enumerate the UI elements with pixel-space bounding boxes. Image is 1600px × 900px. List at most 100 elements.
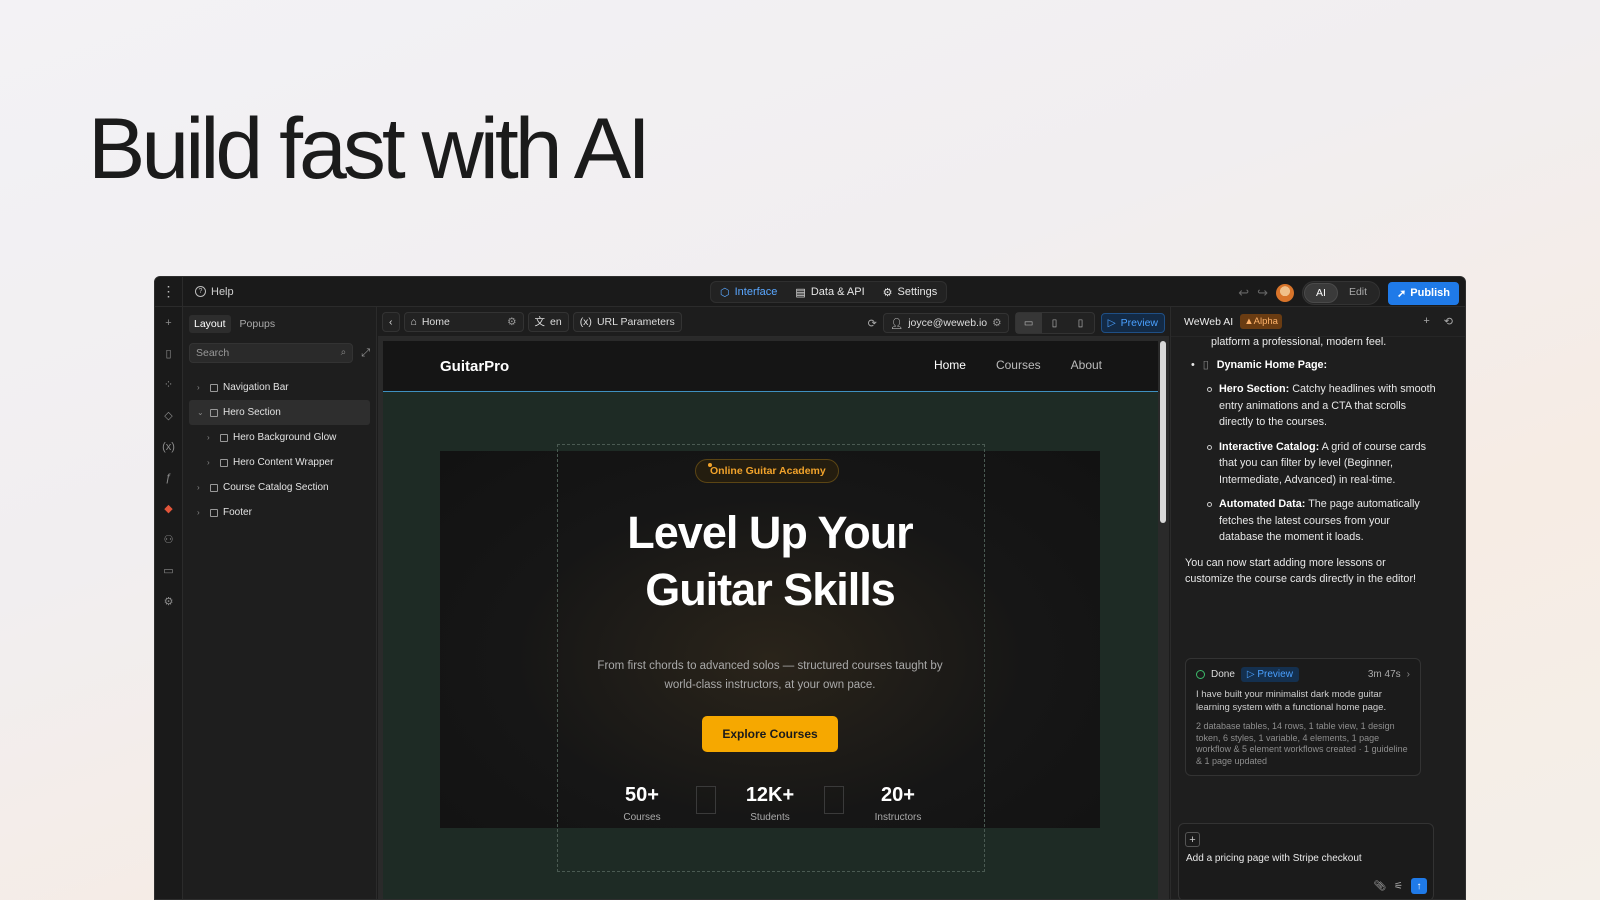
- hero-title[interactable]: Level Up Your Guitar Skills: [440, 504, 1100, 618]
- stat-divider: [824, 786, 844, 814]
- refresh-icon[interactable]: ⟳: [868, 317, 877, 330]
- undo-icon[interactable]: ↩: [1238, 285, 1249, 301]
- new-chat-icon[interactable]: +: [1423, 315, 1429, 328]
- canvas: GuitarPro Home Courses About Online Guit…: [378, 337, 1169, 899]
- mode-switch: AI Edit: [1302, 281, 1381, 305]
- tab-interface[interactable]: ⬡ Interface: [712, 283, 785, 301]
- chevron-right-icon[interactable]: ›: [1407, 669, 1410, 680]
- container-icon: [210, 508, 218, 517]
- canvas-toolbar: ‹ ⌂ Home ⚙ 文 en (x) URL Parameters ⟳ 👤︎ joyce…: [378, 307, 1169, 337]
- layers-panel: Layout Popups Search ⌕ ⤢ › Navigation Bar …: [183, 307, 377, 899]
- hero-stats: 50+ Courses 12K+ Students 20+ Instructors: [440, 784, 1100, 825]
- bullet-icon: [1207, 387, 1212, 392]
- history-icon[interactable]: ⟲: [1444, 315, 1453, 328]
- layer-course-catalog-section[interactable]: › Course Catalog Section: [189, 475, 370, 500]
- site-nav-about[interactable]: About: [1071, 358, 1102, 372]
- home-icon: ⌂: [410, 315, 417, 328]
- layer-hero-background-glow[interactable]: › Hero Background Glow: [189, 425, 370, 450]
- file-icon: ▯: [1202, 358, 1209, 371]
- variables-icon[interactable]: (x): [155, 431, 182, 462]
- left-rail: + ▯ ⁘ ◇ (x) ƒ ◆ ⚇ ▭ ⚙: [155, 307, 183, 899]
- paperclip-icon[interactable]: 📎︎: [1373, 881, 1386, 892]
- search-icon: ⌕: [340, 347, 347, 358]
- top-bar: ⋮ ? Help ⬡ Interface ▤ Data & API ⚙ Setting…: [155, 277, 1465, 307]
- tablet-icon[interactable]: ▯: [1042, 313, 1068, 333]
- redo-icon[interactable]: ↪: [1257, 285, 1268, 301]
- site-navbar[interactable]: GuitarPro Home Courses About: [383, 341, 1158, 392]
- stat-divider: [696, 786, 716, 814]
- pages-icon[interactable]: ▯: [155, 338, 182, 369]
- check-circle-icon: [1196, 670, 1205, 679]
- layers-search-input[interactable]: Search ⌕: [189, 343, 354, 363]
- layer-hero-section[interactable]: ⌄ Hero Section: [189, 400, 370, 425]
- cube-icon: ⬡: [720, 286, 730, 299]
- ai-prompt-input[interactable]: + Add a pricing page with Stripe checkou…: [1178, 823, 1434, 899]
- ai-panel-header: WeWeb AI ▲Alpha + ⟲: [1171, 307, 1465, 337]
- tab-settings[interactable]: ⚙ Settings: [875, 283, 946, 301]
- help-button[interactable]: ? Help: [195, 286, 234, 298]
- gear-icon: ⚙: [992, 317, 1002, 329]
- styles-icon[interactable]: ◇: [155, 400, 182, 431]
- tab-popups[interactable]: Popups: [235, 315, 281, 333]
- formulas-icon[interactable]: ƒ: [155, 462, 182, 493]
- add-icon[interactable]: +: [155, 307, 182, 338]
- avatar[interactable]: [1276, 284, 1295, 302]
- publish-button[interactable]: ➚ Publish: [1388, 281, 1459, 305]
- desktop-icon[interactable]: ▭: [1015, 313, 1042, 333]
- sliders-icon[interactable]: ⚟: [1394, 881, 1403, 892]
- preview-button[interactable]: ▷ Preview: [1100, 313, 1165, 333]
- help-icon: ?: [195, 286, 206, 297]
- components-icon[interactable]: ⁘: [155, 369, 182, 400]
- task-summary-card[interactable]: Done ▷ Preview 3m 47s › I have built you…: [1185, 658, 1421, 776]
- layer-hero-content-wrapper[interactable]: › Hero Content Wrapper: [189, 450, 370, 475]
- settings-icon[interactable]: ⚙: [155, 586, 182, 617]
- user-icon: 👤︎: [889, 317, 904, 330]
- page-headline: Build fast with AI: [88, 101, 651, 197]
- site-nav-home[interactable]: Home: [934, 358, 966, 372]
- mobile-icon[interactable]: ▯: [1068, 313, 1094, 333]
- figma-icon[interactable]: ◆: [155, 493, 182, 524]
- hero-subtitle[interactable]: From first chords to advanced solos — st…: [440, 657, 1100, 695]
- site-logo[interactable]: GuitarPro: [440, 358, 509, 375]
- gear-icon: ⚙: [882, 286, 893, 299]
- user-select[interactable]: 👤︎ joyce@weweb.io ⚙: [882, 313, 1009, 333]
- bullet: •: [1191, 358, 1195, 371]
- tab-data-api[interactable]: ▤ Data & API: [787, 283, 872, 301]
- chevron-right-icon: ›: [197, 483, 200, 492]
- menu-icon[interactable]: ⋮: [155, 277, 183, 307]
- page-select[interactable]: ⌂ Home ⚙: [403, 311, 524, 332]
- translate-icon: 文: [534, 316, 546, 328]
- language-select[interactable]: 文 en: [527, 311, 569, 332]
- ai-panel: WeWeb AI ▲Alpha + ⟲ platform a profession…: [1170, 307, 1465, 899]
- ai-panel-title: WeWeb AI: [1184, 315, 1234, 328]
- stat-courses[interactable]: 50+ Courses: [612, 784, 672, 825]
- chevron-right-icon: ›: [197, 383, 200, 392]
- container-icon: [220, 458, 228, 467]
- summary-preview-button[interactable]: ▷ Preview: [1240, 667, 1299, 682]
- layer-navigation-bar[interactable]: › Navigation Bar: [189, 375, 370, 400]
- url-parameters-button[interactable]: (x) URL Parameters: [572, 311, 682, 332]
- site-preview[interactable]: GuitarPro Home Courses About Online Guit…: [383, 341, 1158, 899]
- back-button[interactable]: ‹: [382, 311, 400, 332]
- stat-students[interactable]: 12K+ Students: [740, 784, 800, 825]
- container-icon: [210, 383, 218, 392]
- mode-ai-button[interactable]: AI: [1304, 283, 1338, 303]
- send-button[interactable]: ↑: [1411, 878, 1427, 894]
- attach-plus-icon[interactable]: +: [1185, 832, 1200, 847]
- expand-icon[interactable]: ⤢: [361, 347, 370, 360]
- plugins-icon[interactable]: ⚇: [155, 524, 182, 555]
- canvas-scrollbar[interactable]: [1160, 341, 1166, 523]
- assets-icon[interactable]: ▭: [155, 555, 182, 586]
- site-nav-courses[interactable]: Courses: [996, 358, 1041, 372]
- hero-badge[interactable]: Online Guitar Academy: [695, 459, 839, 483]
- ai-closing-text: You can now start adding more lessons or…: [1185, 556, 1417, 586]
- chevron-down-icon: ⌄: [197, 408, 204, 417]
- chevron-right-icon: ›: [207, 433, 210, 442]
- mode-edit-button[interactable]: Edit: [1338, 283, 1378, 303]
- explore-courses-button[interactable]: Explore Courses: [702, 716, 838, 752]
- stat-instructors[interactable]: 20+ Instructors: [868, 784, 928, 825]
- layer-footer[interactable]: › Footer: [189, 500, 370, 525]
- tab-layout[interactable]: Layout: [189, 315, 231, 333]
- bullet-icon: [1207, 444, 1212, 450]
- chevron-right-icon: ›: [207, 458, 210, 467]
